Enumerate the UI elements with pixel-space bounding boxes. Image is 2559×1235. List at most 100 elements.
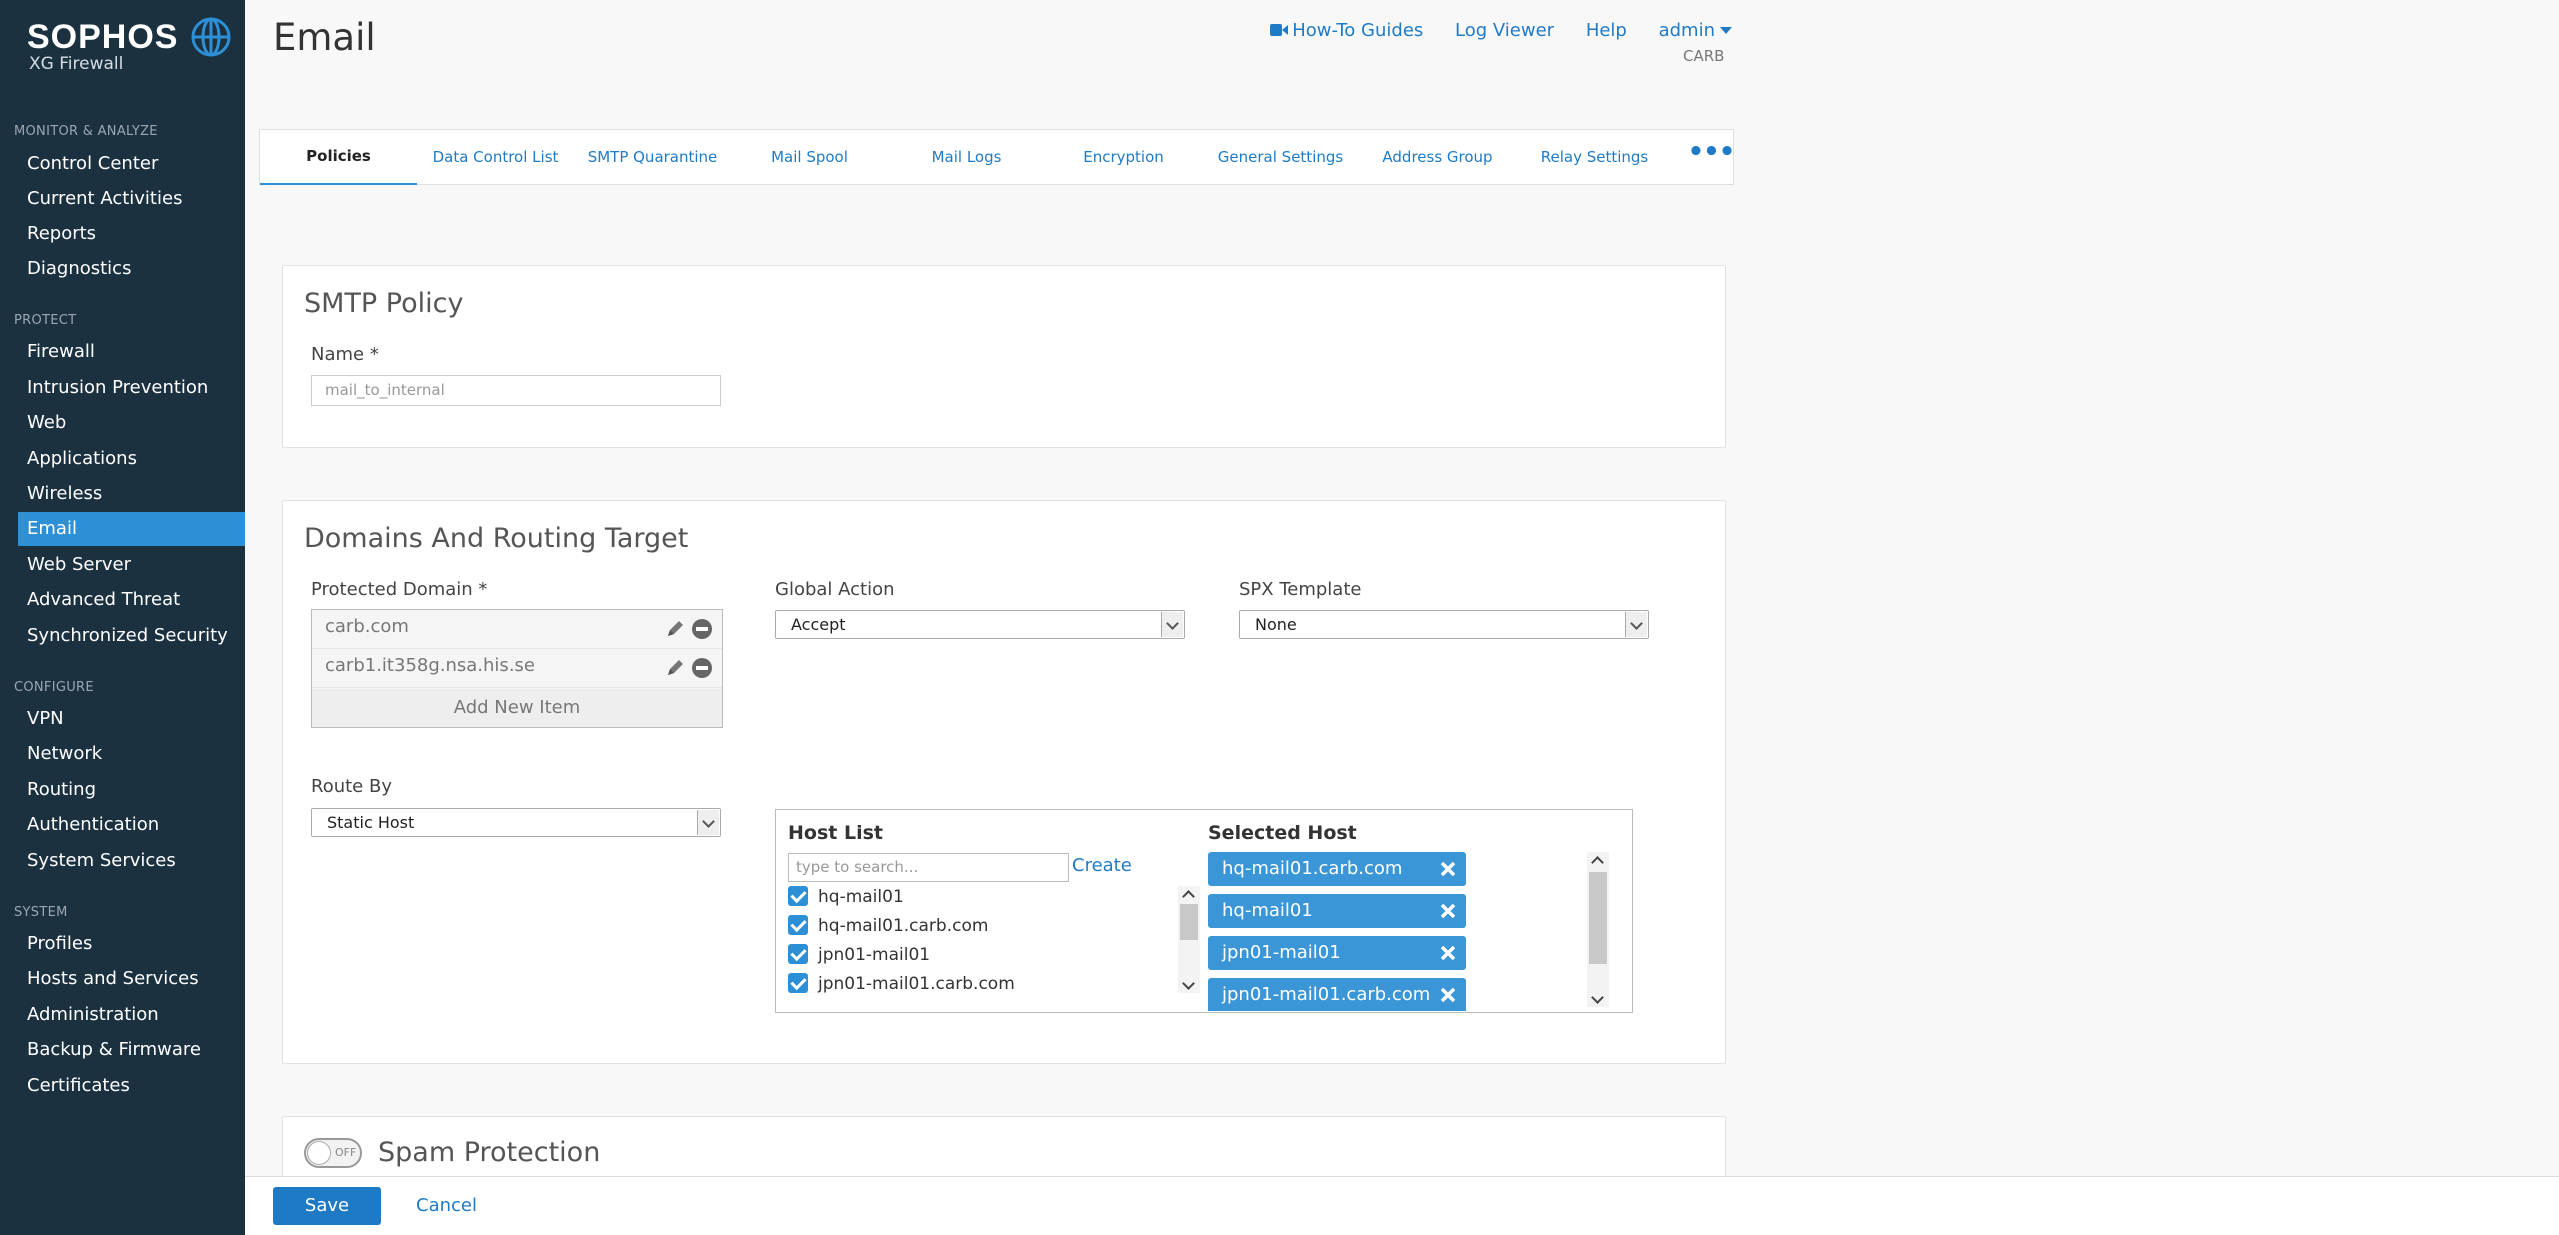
nav-section-system: SYSTEM [14,905,68,920]
host-list-item[interactable]: hq-mail01.carb.com [788,915,988,943]
spx-template-label: SPX Template [1239,579,1362,600]
nav-section-monitor: MONITOR & ANALYZE [14,124,158,139]
name-label: Name * [311,344,379,365]
chip-label: hq-mail01.carb.com [1222,858,1403,879]
tab-relay-settings[interactable]: Relay Settings [1516,130,1673,185]
checkbox-checked-icon[interactable] [788,915,808,935]
sidebar-item-vpn[interactable]: VPN [18,702,245,736]
sidebar-item-administration[interactable]: Administration [18,998,245,1032]
add-new-item-button[interactable]: Add New Item [312,689,722,727]
sidebar-item-diagnostics[interactable]: Diagnostics [18,252,245,286]
domains-routing-card: Domains And Routing Target Protected Dom… [282,500,1726,1064]
sidebar-item-advanced-threat[interactable]: Advanced Threat [18,583,245,617]
log-viewer-link[interactable]: Log Viewer [1455,20,1554,41]
host-list-item[interactable]: jpn01-mail01 [788,944,930,972]
host-list-item[interactable]: hq-mail01 [788,886,904,914]
sidebar-item-control-center[interactable]: Control Center [18,147,245,181]
route-by-select[interactable]: Static Host [311,808,721,837]
top-links: How-To Guides Log Viewer Help admin [1244,20,1732,41]
scroll-down-icon[interactable] [1587,991,1609,1007]
tab-mail-spool[interactable]: Mail Spool [731,130,888,185]
domains-routing-title: Domains And Routing Target [304,523,689,554]
scrollbar-thumb[interactable] [1180,904,1198,940]
close-icon[interactable] [1440,861,1456,877]
smtp-policy-card: SMTP Policy Name * mail_to_internal [282,265,1726,448]
selected-host-chip: jpn01-mail01.carb.com [1208,978,1466,1011]
host-search-input[interactable]: type to search... [788,853,1069,882]
spx-template-select[interactable]: None [1239,610,1649,639]
host-name: jpn01-mail01.carb.com [818,974,1015,993]
checkbox-checked-icon[interactable] [788,944,808,964]
sidebar-item-firewall[interactable]: Firewall [18,335,245,369]
video-camera-icon [1270,24,1289,36]
global-action-select[interactable]: Accept [775,610,1185,639]
sidebar-item-synchronized-security[interactable]: Synchronized Security [18,619,245,653]
remove-icon[interactable] [692,619,712,639]
host-selector: Host List type to search... Create hq-ma… [775,809,1633,1013]
selected-host-scrollbar[interactable] [1587,852,1609,1007]
list-item: carb.com [312,610,722,649]
selected-host-chip: hq-mail01.carb.com [1208,852,1466,886]
pencil-icon[interactable] [664,618,686,640]
close-icon[interactable] [1440,903,1456,919]
chip-label: jpn01-mail01 [1222,942,1341,963]
close-icon[interactable] [1440,987,1456,1003]
close-icon[interactable] [1440,945,1456,961]
scroll-down-icon[interactable] [1178,977,1200,993]
nav-section-protect: PROTECT [14,313,77,328]
sidebar-item-reports[interactable]: Reports [18,217,245,251]
user-menu[interactable]: admin [1659,20,1732,41]
org-name: CARB [1683,47,1725,65]
sidebar-item-routing[interactable]: Routing [18,773,245,807]
protected-domain-label: Protected Domain * [311,579,488,600]
sidebar-item-certificates[interactable]: Certificates [18,1069,245,1103]
host-list-scrollbar[interactable] [1178,886,1200,993]
sidebar-item-applications[interactable]: Applications [18,442,245,476]
tab-smtp-quarantine[interactable]: SMTP Quarantine [574,130,731,185]
scroll-up-icon[interactable] [1178,886,1200,902]
footer-bar: Save Cancel [245,1176,2559,1235]
page-title: Email [273,16,376,59]
how-to-guides-link[interactable]: How-To Guides [1270,20,1423,41]
pencil-icon[interactable] [664,657,686,679]
tab-data-control-list[interactable]: Data Control List [417,130,574,185]
cancel-button[interactable]: Cancel [416,1195,477,1216]
policy-name-input[interactable]: mail_to_internal [311,375,721,406]
sidebar-item-web[interactable]: Web [18,406,245,440]
tab-general-settings[interactable]: General Settings [1202,130,1359,185]
remove-icon[interactable] [692,658,712,678]
help-link[interactable]: Help [1586,20,1627,41]
scroll-up-icon[interactable] [1587,852,1609,868]
sidebar: SOPHOS XG Firewall MONITOR & ANALYZE Con… [0,0,245,1235]
global-action-label: Global Action [775,579,895,600]
sidebar-item-intrusion-prevention[interactable]: Intrusion Prevention [18,371,245,405]
selected-host-title: Selected Host [1208,822,1357,844]
save-button[interactable]: Save [273,1187,381,1225]
sidebar-item-system-services[interactable]: System Services [18,844,245,878]
spam-protection-toggle[interactable]: OFF [304,1138,362,1168]
sidebar-item-backup-firmware[interactable]: Backup & Firmware [18,1033,245,1067]
tab-mail-logs[interactable]: Mail Logs [888,130,1045,185]
sidebar-item-network[interactable]: Network [18,737,245,771]
tab-policies[interactable]: Policies [260,130,417,185]
scrollbar-thumb[interactable] [1589,872,1607,964]
tab-address-group[interactable]: Address Group [1359,130,1516,185]
sidebar-item-hosts-and-services[interactable]: Hosts and Services [18,962,245,996]
sidebar-item-email[interactable]: Email [18,512,245,546]
selected-host-chip: jpn01-mail01 [1208,936,1466,970]
domain-text: carb1.it358g.nsa.his.se [325,655,535,676]
host-name: hq-mail01.carb.com [818,916,989,936]
sidebar-item-wireless[interactable]: Wireless [18,477,245,511]
host-list-item[interactable]: jpn01-mail01.carb.com [788,973,1015,993]
more-tabs-icon[interactable]: ••• [1686,130,1736,185]
sidebar-item-authentication[interactable]: Authentication [18,808,245,842]
tab-encryption[interactable]: Encryption [1045,130,1202,185]
sidebar-item-profiles[interactable]: Profiles [18,927,245,961]
checkbox-checked-icon[interactable] [788,886,808,906]
create-host-link[interactable]: Create [1072,855,1132,876]
chevron-down-icon [697,810,719,835]
sidebar-item-current-activities[interactable]: Current Activities [18,182,245,216]
sidebar-item-web-server[interactable]: Web Server [18,548,245,582]
checkbox-checked-icon[interactable] [788,973,808,993]
route-by-value: Static Host [327,813,415,832]
